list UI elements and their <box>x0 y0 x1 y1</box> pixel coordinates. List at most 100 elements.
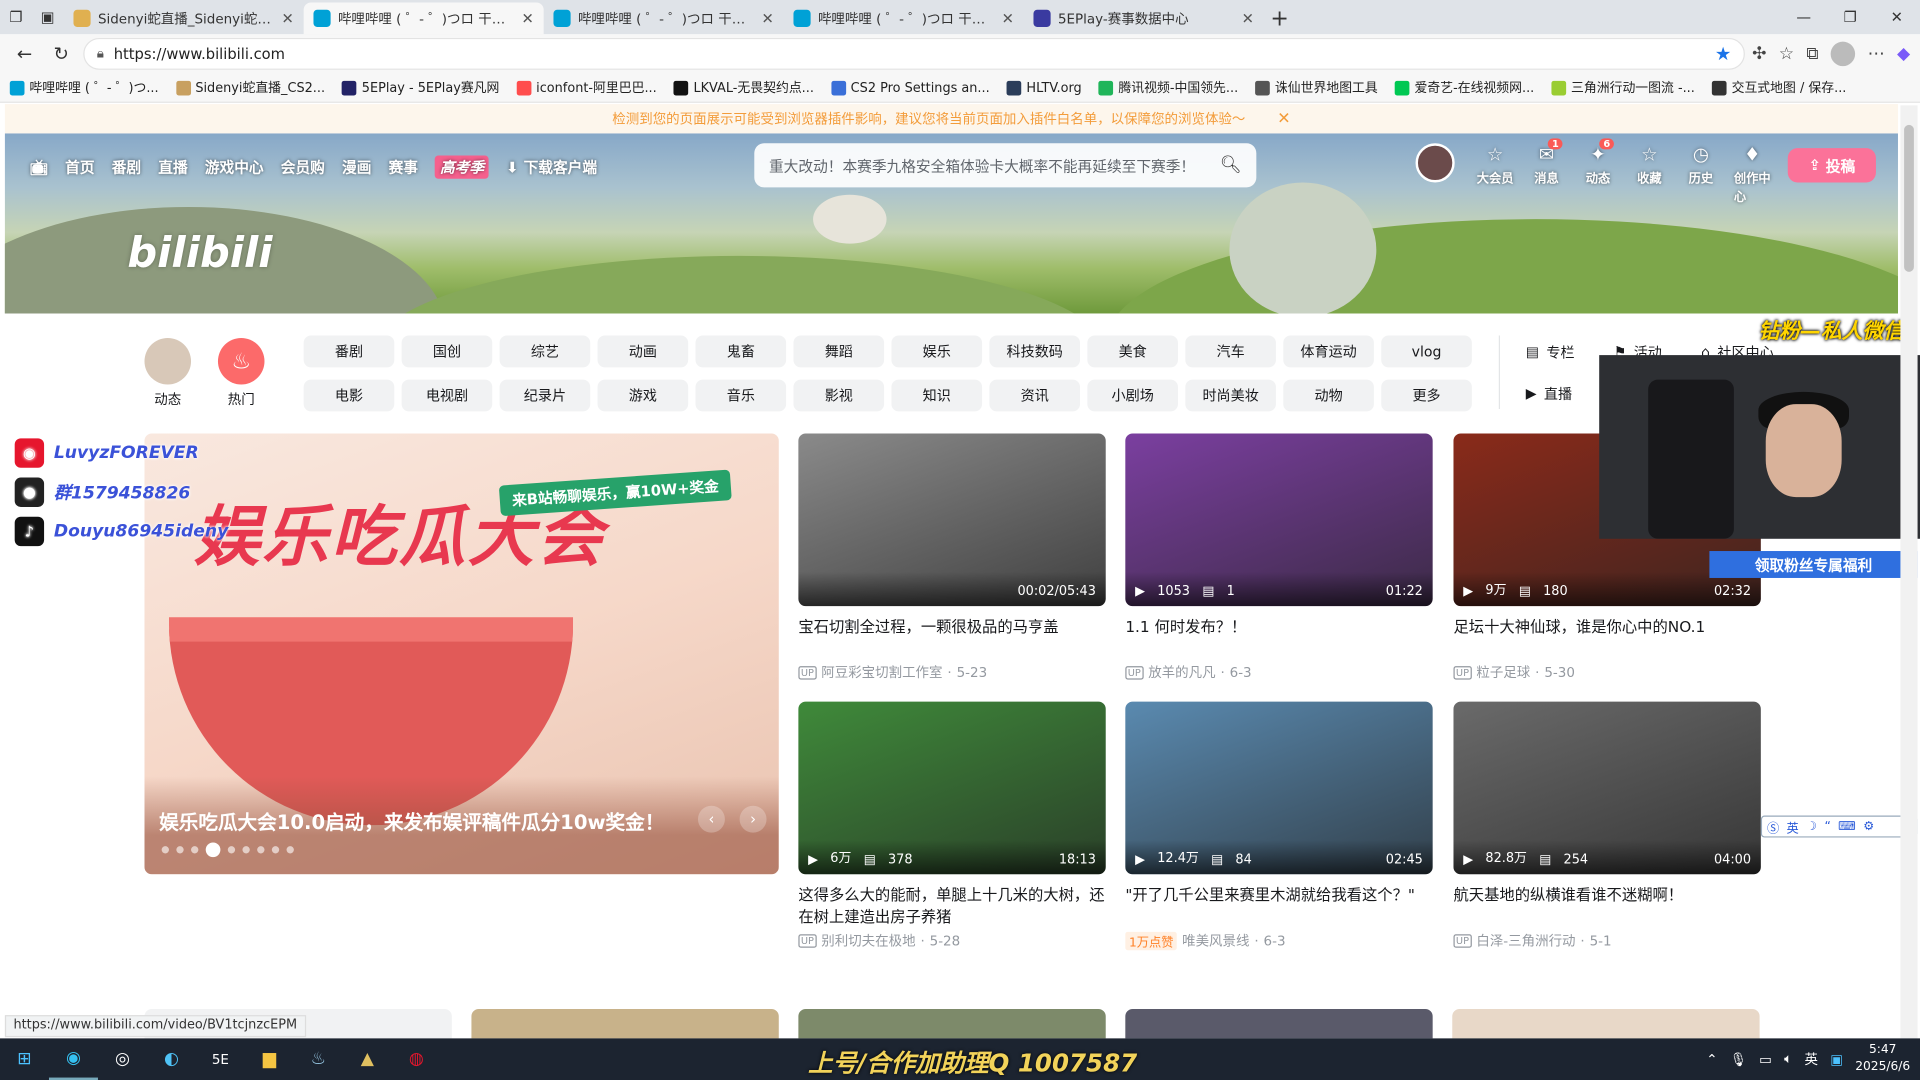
video-title[interactable]: 足坛十大神仙球，谁是你心中的NO.1 <box>1453 616 1760 660</box>
nav-item[interactable]: 游戏中心 <box>205 157 264 178</box>
category-row2-3[interactable]: 游戏 <box>597 379 689 412</box>
ime-tray-icon[interactable]: ▣ <box>1830 1051 1843 1067</box>
windows-start-icon[interactable]: ⊞ <box>0 1038 49 1080</box>
category-row2-0[interactable]: 电影 <box>303 379 395 412</box>
carousel-dot[interactable] <box>271 846 280 854</box>
nav-item[interactable]: 直播 <box>158 157 187 178</box>
channel-shortcut[interactable]: 动态 <box>144 337 192 409</box>
ime-punct-icon[interactable]: “ <box>1824 820 1830 833</box>
tab-actions-icon[interactable]: ▣ <box>32 0 64 34</box>
restore-button[interactable]: ❐ <box>1827 0 1874 34</box>
network-icon[interactable]: ▭ <box>1759 1051 1772 1067</box>
uploader-name[interactable]: 别利切夫在极地 <box>821 931 915 951</box>
app-icon[interactable]: ◐ <box>147 1038 196 1080</box>
close-tab-icon[interactable]: ✕ <box>1002 10 1014 27</box>
nav-gaokao[interactable]: 高考季 <box>435 155 490 179</box>
game-icon[interactable]: ▲ <box>343 1038 392 1080</box>
browser-tab[interactable]: Sidenyi蛇直播_Sidenyi蛇直播_Side ✕ <box>64 2 304 34</box>
header-right-item[interactable]: ☆ 收藏 <box>1631 143 1668 186</box>
video-thumbnail[interactable]: ▶ 12.4万 ▤ 84 02:45 <box>1125 701 1433 875</box>
nav-item[interactable]: 番剧 <box>112 157 141 178</box>
video-title[interactable]: 宝石切割全过程，一颗很极品的马亨盖 <box>798 616 1105 660</box>
more-menu-icon[interactable]: ⋯ <box>1868 44 1885 64</box>
bookmark-item[interactable]: 交互式地图 / 保存... <box>1712 78 1846 96</box>
uploader-name[interactable]: 阿豆彩宝切割工作室 <box>821 662 942 682</box>
ime-toolbar[interactable]: Ⓢ 英 ☽ “ ⌨ ⚙ <box>1760 815 1918 838</box>
weibo-app-icon[interactable]: ◍ <box>392 1038 441 1080</box>
category-row1-11[interactable]: vlog <box>1381 335 1472 368</box>
carousel-dot[interactable] <box>242 846 250 854</box>
category-row2-7[interactable]: 资讯 <box>989 379 1081 412</box>
header-right-item[interactable]: ◷ 历史 <box>1682 143 1719 186</box>
mic-icon[interactable]: 🎙︎ <box>1730 1051 1747 1067</box>
bookmark-item[interactable]: CS2 Pro Settings an... <box>831 80 990 95</box>
video-thumbnail[interactable]: ▶ 82.8万 ▤ 254 04:00 <box>1453 701 1761 875</box>
category-row2-6[interactable]: 知识 <box>891 379 983 412</box>
user-avatar[interactable] <box>1415 143 1455 183</box>
ime-moon-icon[interactable]: ☽ <box>1806 820 1817 833</box>
download-client-link[interactable]: ⬇ 下载客户端 <box>506 157 597 178</box>
close-tab-icon[interactable]: ✕ <box>762 10 774 27</box>
video-title[interactable]: "开了几千公里来赛里木湖就给我看这个？" <box>1125 884 1432 928</box>
scrollbar-thumb[interactable] <box>1904 124 1914 272</box>
profile-avatar[interactable] <box>1830 41 1856 67</box>
category-row2-5[interactable]: 影视 <box>793 379 885 412</box>
bookmark-item[interactable]: 哔哩哔哩 ( ゜- ゜)つ... <box>9 78 159 96</box>
browser-tab[interactable]: 哔哩哔哩 ( ゜- ゜)つロ 干杯~-bilib ✕ <box>784 2 1024 34</box>
category-row1-0[interactable]: 番剧 <box>303 335 395 368</box>
category-row2-4[interactable]: 音乐 <box>695 379 787 412</box>
volume-icon[interactable]: 🔈︎ <box>1784 1051 1792 1068</box>
close-notice-icon[interactable]: ✕ <box>1277 110 1290 128</box>
clock[interactable]: 5:47 2025/6/6 <box>1855 1042 1910 1076</box>
video-title[interactable]: 航天基地的纵横谁看谁不迷糊啊！ <box>1453 884 1760 928</box>
bookmark-item[interactable]: 5EPlay - 5EPlay赛凡网 <box>342 78 499 96</box>
category-row1-8[interactable]: 美食 <box>1087 335 1178 368</box>
bookmark-item[interactable]: LKVAL-无畏契约点... <box>673 78 814 96</box>
edge-icon[interactable]: ◉ <box>48 1038 98 1080</box>
channel-shortcut[interactable]: ♨ 热门 <box>217 337 265 409</box>
promo-carousel[interactable]: 娱乐吃瓜大会 来B站畅聊娱乐，赢10W+奖金 娱乐吃瓜大会10.0启动，来发布娱… <box>144 433 779 875</box>
category-row1-3[interactable]: 动画 <box>597 335 689 368</box>
copilot-icon[interactable]: ◆ <box>1897 44 1910 64</box>
steam-icon[interactable]: ♨ <box>294 1038 343 1080</box>
carousel-dot[interactable] <box>227 846 236 854</box>
file-explorer-icon[interactable]: ▆ <box>245 1038 294 1080</box>
uploader-name[interactable]: 白泽-三角洲行动 <box>1476 931 1575 951</box>
link-column[interactable]: 专栏 <box>1546 343 1574 363</box>
workspaces-icon[interactable]: ❐ <box>0 0 32 34</box>
ime-lang[interactable]: 英 <box>1787 817 1799 835</box>
header-right-item[interactable]: ✦ 动态 6 <box>1580 138 1617 186</box>
header-right-item[interactable]: ☆ 大会员 <box>1477 143 1514 186</box>
bookmark-item[interactable]: 爱奇艺-在线视频网... <box>1394 78 1534 96</box>
browser-tab[interactable]: 哔哩哔哩 ( ゜- ゜)つロ 干杯~-bilib ✕ <box>544 2 784 34</box>
favorites-icon[interactable]: ☆ <box>1779 44 1794 64</box>
category-row2-9[interactable]: 时尚美妆 <box>1185 379 1276 412</box>
bookmark-item[interactable]: iconfont-阿里巴巴... <box>516 78 657 96</box>
video-card[interactable]: ▶ 6万 ▤ 378 18:13 这得多么大的能耐，单腿上十几米的大树，还在树上建造出房子… <box>798 701 1106 951</box>
category-row2-10[interactable]: 动物 <box>1283 379 1374 412</box>
category-row1-10[interactable]: 体育运动 <box>1283 335 1374 368</box>
close-tab-icon[interactable]: ✕ <box>522 10 534 27</box>
header-right-item[interactable]: ✉ 消息 1 <box>1528 138 1565 186</box>
browser-tab[interactable]: 哔哩哔哩 ( ゜- ゜)つロ 干杯~-bilib ✕ <box>303 2 544 35</box>
uploader-name[interactable]: 唯美风景线 <box>1182 931 1249 951</box>
category-row1-5[interactable]: 舞蹈 <box>793 335 885 368</box>
nav-item[interactable]: 首页 <box>65 157 94 178</box>
bookmark-item[interactable]: 诛仙世界地图工具 <box>1255 78 1378 96</box>
back-button[interactable]: ← <box>10 39 39 68</box>
bookmark-item[interactable]: Sidenyi蛇直播_CS2... <box>175 78 325 96</box>
category-row1-9[interactable]: 汽车 <box>1185 335 1276 368</box>
category-row2-8[interactable]: 小剧场 <box>1087 379 1178 412</box>
close-tab-icon[interactable]: ✕ <box>1242 10 1254 27</box>
carousel-next-icon[interactable]: › <box>739 805 767 833</box>
lang-indicator[interactable]: 英 <box>1805 1049 1818 1069</box>
search-box[interactable]: 重大改动！本赛季九格安全箱体验卡大概率不能再延续至下赛季！ 🔍︎ <box>754 143 1257 188</box>
tray-chevron-icon[interactable]: ⌃ <box>1706 1051 1717 1067</box>
uploader-name[interactable]: 粒子足球 <box>1476 662 1530 682</box>
video-thumbnail[interactable]: ▶ 1053 ▤ 1 01:22 <box>1125 433 1433 607</box>
lock-icon[interactable]: 🔒︎ <box>97 45 104 62</box>
header-right-item[interactable]: ♦ 创作中心 <box>1734 143 1771 204</box>
browser-tab[interactable]: 5EPlay-赛事数据中心 ✕ <box>1024 2 1264 34</box>
nav-item[interactable]: 会员购 <box>281 157 325 178</box>
carousel-prev-icon[interactable]: ‹ <box>697 805 725 833</box>
